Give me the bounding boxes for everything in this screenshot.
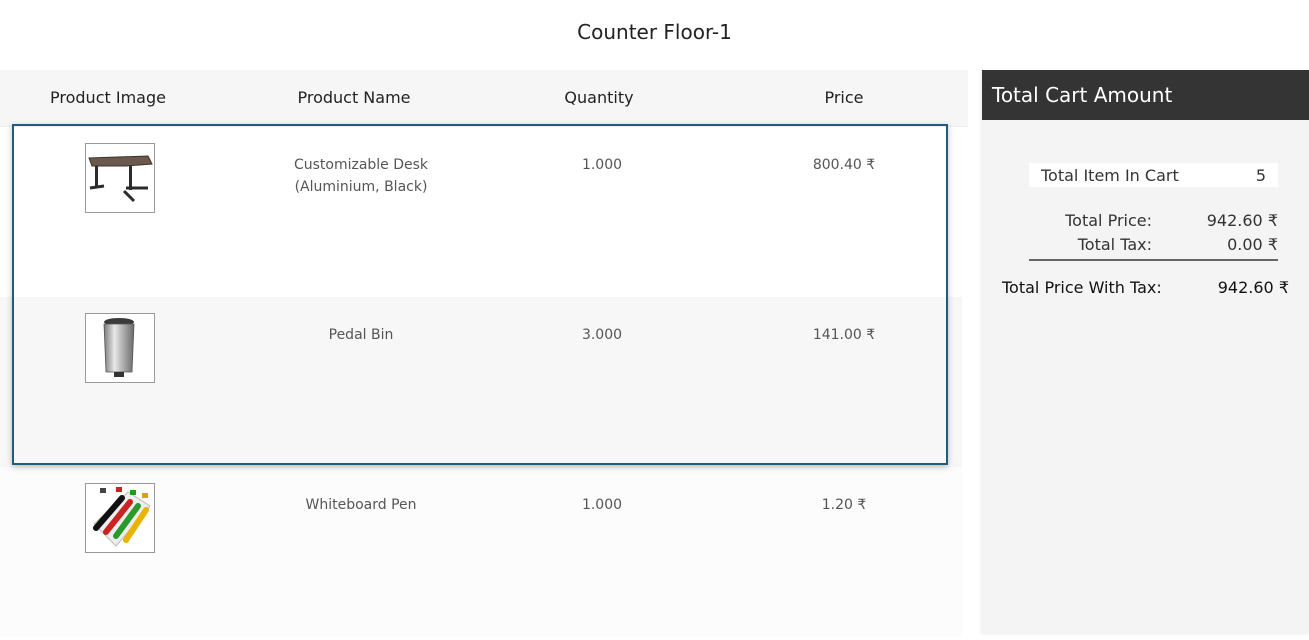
product-price: 141.00 ₹ bbox=[812, 327, 876, 343]
summary-divider bbox=[1029, 259, 1278, 261]
table-row[interactable]: Pedal Bin 3.000 141.00 ₹ bbox=[0, 297, 962, 467]
total-tax-value: 0.00 ₹ bbox=[1227, 235, 1278, 254]
total-items-count: 5 bbox=[1255, 166, 1266, 185]
product-name: Customizable Desk (Aluminium, Black) bbox=[250, 154, 472, 198]
cart-summary-panel: Total Cart Amount Total Item In Cart 5 T… bbox=[982, 70, 1309, 633]
desk-image bbox=[85, 143, 155, 213]
product-name: Pedal Bin bbox=[250, 324, 472, 346]
total-price-label: Total Price: bbox=[1065, 211, 1152, 230]
table-row[interactable]: Customizable Desk (Aluminium, Black) 1.0… bbox=[0, 127, 962, 297]
column-header-image: Product Image bbox=[50, 88, 166, 107]
column-header-quantity: Quantity bbox=[564, 88, 634, 107]
summary-header: Total Cart Amount bbox=[982, 70, 1309, 120]
pedal-bin-image bbox=[85, 313, 155, 383]
grand-total-value: 942.60 ₹ bbox=[1217, 278, 1289, 297]
product-name: Whiteboard Pen bbox=[250, 494, 472, 516]
product-name-line: Whiteboard Pen bbox=[305, 497, 417, 513]
product-quantity: 3.000 bbox=[581, 327, 623, 343]
table-header: Product Image Product Name Quantity Pric… bbox=[0, 70, 968, 127]
product-price: 800.40 ₹ bbox=[812, 157, 876, 173]
product-quantity: 1.000 bbox=[581, 157, 623, 173]
column-header-price: Price bbox=[824, 88, 864, 107]
summary-title: Total Cart Amount bbox=[992, 83, 1173, 107]
page-title: Counter Floor-1 bbox=[577, 20, 732, 44]
product-variant: (Aluminium, Black) bbox=[294, 179, 428, 195]
product-quantity: 1.000 bbox=[581, 497, 623, 513]
column-header-name: Product Name bbox=[297, 88, 411, 107]
grand-total-label: Total Price With Tax: bbox=[1002, 278, 1162, 297]
total-items-label: Total Item In Cart bbox=[1041, 166, 1179, 185]
total-tax-label: Total Tax: bbox=[1077, 235, 1152, 254]
order-lines-table: Product Image Product Name Quantity Pric… bbox=[0, 70, 968, 640]
product-price: 1.20 ₹ bbox=[821, 497, 867, 513]
product-name-line: Pedal Bin bbox=[328, 327, 394, 343]
whiteboard-pens-image bbox=[85, 483, 155, 553]
total-items-box: Total Item In Cart 5 bbox=[1029, 163, 1278, 187]
total-price-value: 942.60 ₹ bbox=[1206, 211, 1278, 230]
table-row[interactable]: Whiteboard Pen 1.000 1.20 ₹ bbox=[0, 467, 962, 637]
product-name-line: Customizable Desk bbox=[293, 157, 429, 173]
